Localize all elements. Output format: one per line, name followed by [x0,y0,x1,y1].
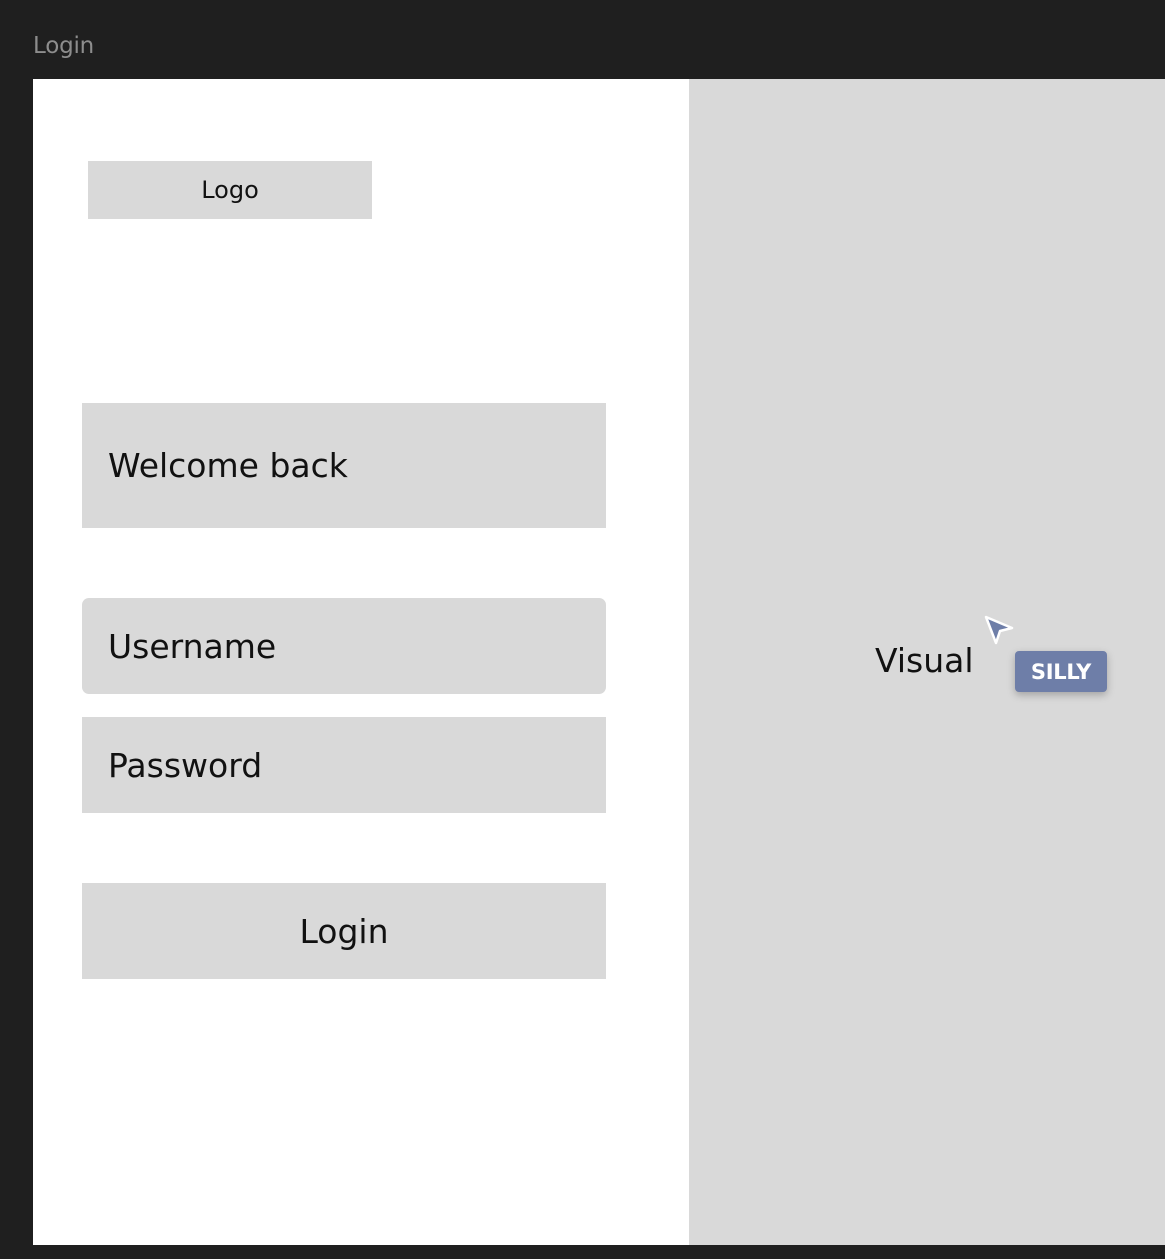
password-field[interactable]: Password [82,717,606,813]
welcome-heading: Welcome back [82,403,606,528]
login-frame[interactable]: Logo Welcome back Username Password Logi… [33,79,1165,1245]
canvas: Login Logo Welcome back Username Passwor… [0,0,1165,1259]
cursor-name-label: SILLY [1030,659,1092,684]
frame-title[interactable]: Login [33,33,94,59]
cursor-name-tag: SILLY [1015,651,1107,692]
logo-placeholder: Logo [88,161,372,219]
password-placeholder: Password [108,745,263,785]
logo-label: Logo [201,176,259,204]
username-field[interactable]: Username [82,598,606,694]
login-button-label: Login [299,911,389,951]
visual-panel: Visual SILLY [689,79,1165,1245]
cursor-arrow-icon [984,615,1014,645]
username-placeholder: Username [108,626,277,666]
welcome-text: Welcome back [108,446,348,485]
login-button[interactable]: Login [82,883,606,979]
visual-label: Visual [875,641,974,680]
